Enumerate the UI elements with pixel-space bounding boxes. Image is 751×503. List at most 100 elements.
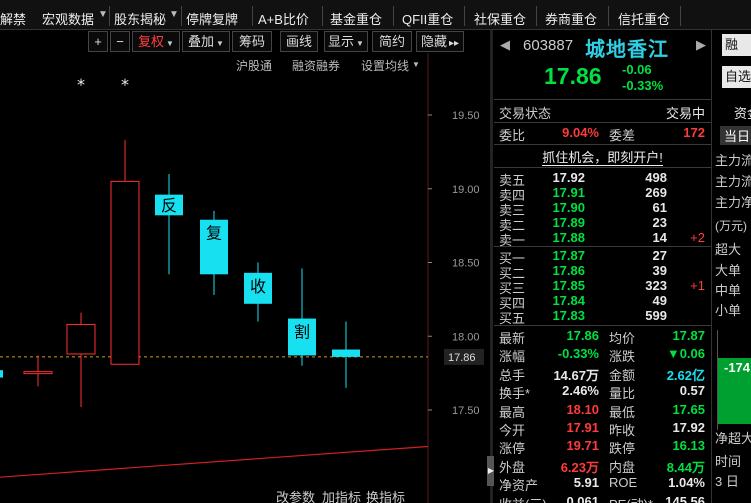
stat-label: 量比 (609, 386, 636, 402)
stat-label: PE(动)* (609, 494, 653, 503)
stat-label: 内盘 (609, 459, 636, 475)
y-tick-label: 19.00 (452, 184, 480, 196)
chevron-down-icon: ▼ (166, 39, 174, 48)
draw-line-button[interactable]: 画线 (280, 31, 318, 52)
stats-row: 净资产 5.91 ROE 1.04% (494, 475, 711, 493)
add-indicator-button[interactable]: 加指标 (322, 487, 361, 503)
kline-chart-canvas: 19.50 19.00 18.50 18.00 17.50 17.86 反复收割 * * (0, 53, 484, 503)
margin-trading-link[interactable]: 融资融券 (292, 57, 340, 74)
super-large-label: 超大 (715, 242, 742, 257)
event-marker: * (77, 75, 85, 94)
divider (494, 99, 711, 100)
stat-label: 涨停 (499, 441, 526, 457)
tab-fund-holdings[interactable]: 基金重仓 (330, 9, 382, 28)
hide-button[interactable]: 隐藏 ▸▸ (416, 31, 464, 52)
price-adjust-dropdown[interactable]: 复权 ▼ (132, 31, 180, 52)
ask-volume: 23 (652, 215, 667, 230)
tab-broker-holdings[interactable]: 券商重仓 (545, 9, 597, 28)
tab-trust-holdings[interactable]: 信托重仓 (618, 9, 670, 28)
ask-row[interactable]: 卖四 17.91 269 (494, 185, 711, 203)
stats-row: 外盘 6.23万 内盘 8.44万 (494, 457, 711, 475)
stat-value: 145.56 (665, 493, 705, 503)
margin-button[interactable]: 融 (722, 34, 751, 56)
overlay-dropdown[interactable]: 叠加 ▼ (182, 31, 230, 52)
kline-chart[interactable]: 19.50 19.00 18.50 18.00 17.50 17.86 反复收割 * * (0, 53, 490, 503)
tab-qfii-holdings[interactable]: QFII重仓 (402, 9, 453, 28)
fund-flow-panel: 融 自选 资金 当日 主力流 主力流 主力净 (万元) 超大 大单 中单 小单 … (711, 30, 751, 503)
ask-price: 17.90 (552, 200, 585, 215)
bid-volume-change: +1 (690, 278, 705, 293)
tab-social-security[interactable]: 社保重仓 (474, 9, 526, 28)
ask-row[interactable]: 卖三 17.90 61 (494, 200, 711, 218)
open-account-text: 抓住机会，即刻开户! (542, 150, 663, 166)
panel-divider[interactable] (490, 30, 493, 503)
tab-ab-ratio[interactable]: A+B比价 (258, 9, 309, 28)
weicha-label: 委差 (609, 128, 636, 143)
medium-label: 中单 (715, 283, 742, 298)
tab-shareholder[interactable]: 股东揭秘 (114, 9, 166, 28)
stats-row: 最新 17.86 均价 17.87 (494, 328, 711, 346)
stats-row: 收益(三) 0.061 PE(动)* 145.56 (494, 494, 711, 503)
stat-value: 2.46% (562, 383, 599, 399)
stat-value: 17.86 (566, 328, 599, 343)
small-label: 小单 (715, 303, 742, 318)
bid-row[interactable]: 买二 17.86 39 (494, 263, 711, 281)
add-watchlist-button[interactable]: 自选 (722, 66, 751, 88)
display-dropdown[interactable]: 显示 ▼ (324, 31, 368, 52)
stock-name: 城地香江 (585, 39, 669, 61)
hgt-link[interactable]: 沪股通 (236, 57, 272, 74)
ask-volume: 61 (652, 200, 667, 215)
top-tab-bar: 解禁 宏观数据 ▼ 股东揭秘 ▼ 停牌复牌 A+B比价 基金重仓 QFII重仓 … (0, 0, 751, 30)
y-tick-label: 18.00 (452, 331, 480, 343)
y-tick-label: 19.50 (452, 110, 480, 122)
chevron-down-icon: ▼ (169, 9, 179, 20)
bid-row[interactable]: 买五 17.83 599 (494, 308, 711, 326)
tab-divider (608, 6, 609, 26)
chart-links: 沪股通 融资融券 设置均线 ▼ (0, 57, 428, 73)
candle-label: 割 (294, 323, 310, 342)
simple-mode-button[interactable]: 简约 (372, 31, 412, 52)
ask-row[interactable]: 卖二 17.89 23 (494, 215, 711, 233)
weibi-value: 9.04% (562, 125, 599, 140)
stat-value: 2.62亿 (666, 367, 705, 383)
ask-row[interactable]: 卖五 17.92 498 (494, 170, 711, 188)
change-params-button[interactable]: 改参数 (276, 487, 315, 503)
bid-row[interactable]: 买四 17.84 49 (494, 293, 711, 311)
prev-stock-icon[interactable]: ◀ (500, 37, 510, 53)
bid-volume: 39 (652, 263, 667, 278)
stat-label: 昨收 (609, 423, 636, 438)
weibi-label: 委比 (499, 128, 526, 143)
current-price-label: 17.86 (448, 352, 476, 364)
y-tick-label: 17.50 (452, 405, 480, 417)
next-stock-icon[interactable]: ▶ (696, 37, 706, 53)
ask-price: 17.91 (552, 185, 585, 200)
ask-volume-change: +2 (690, 230, 705, 245)
side-row-2: 主力流 (715, 174, 751, 189)
tab-divider (181, 6, 182, 26)
zoom-in-button[interactable]: + (88, 31, 108, 52)
chevron-down-icon: ▼ (356, 39, 364, 48)
fund-tab[interactable]: 资金 (734, 103, 751, 122)
tab-suspension[interactable]: 停牌复牌 (186, 9, 238, 28)
zoom-out-button[interactable]: − (110, 31, 130, 52)
side-row-1: 主力流 (715, 153, 751, 168)
divider (494, 122, 711, 123)
weicha-value: 172 (683, 125, 705, 140)
stat-label: 涨跌 (609, 349, 636, 365)
tab-jiejin[interactable]: 解禁 (0, 9, 26, 28)
switch-indicator-button[interactable]: 换指标 (366, 487, 405, 503)
today-tab[interactable]: 当日 (720, 126, 751, 145)
bid-row[interactable]: 买三 17.85 323 +1 (494, 278, 711, 296)
tab-macro-data[interactable]: 宏观数据 (42, 9, 94, 28)
open-account-link[interactable]: 抓住机会，即刻开户! (494, 147, 711, 166)
ma-settings-link[interactable]: 设置均线 (361, 57, 409, 74)
stat-value: 0.061 (566, 493, 599, 503)
stat-value: 5.91 (573, 475, 599, 491)
unit-label: (万元) (715, 219, 747, 233)
ask-row[interactable]: 卖一 17.88 14 +2 (494, 230, 711, 248)
bid-price: 17.87 (552, 248, 585, 263)
trade-status-row: 交易状态 交易中 (494, 103, 711, 121)
chips-button[interactable]: 筹码 (232, 31, 272, 52)
bid-row[interactable]: 买一 17.87 27 (494, 248, 711, 266)
ask-price: 17.92 (552, 170, 585, 185)
